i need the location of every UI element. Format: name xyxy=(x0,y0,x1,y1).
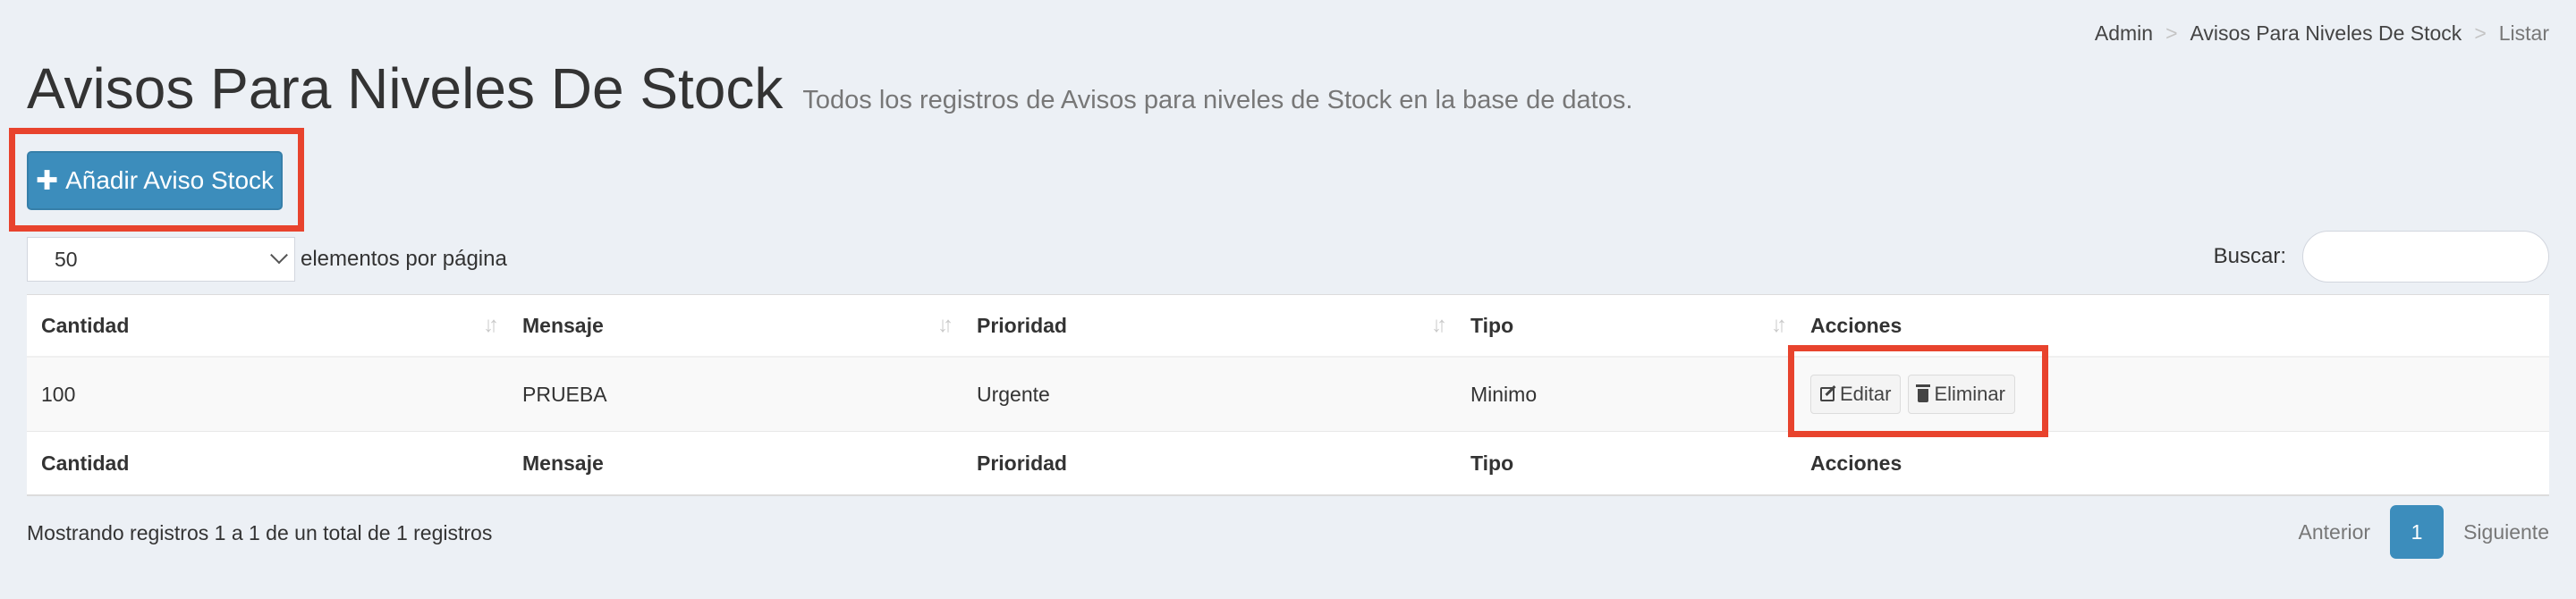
sort-icon: ↓↑ xyxy=(1431,313,1447,337)
footer-header-cantidad: Cantidad xyxy=(27,431,508,495)
pagination-next[interactable]: Siguiente xyxy=(2463,520,2549,544)
page-subtitle: Todos los registros de Avisos para nivel… xyxy=(802,86,1633,114)
footer-header-mensaje: Mensaje xyxy=(508,431,962,495)
sort-icon: ↓↑ xyxy=(937,313,953,337)
highlight-box-actions xyxy=(1788,345,2048,437)
column-header-mensaje[interactable]: Mensaje ↓↑ xyxy=(508,294,962,358)
breadcrumb-separator: > xyxy=(2165,21,2178,45)
table-header: Cantidad ↓↑ Mensaje ↓↑ Prioridad ↓↑ Tipo… xyxy=(27,294,2549,358)
column-header-label: Mensaje xyxy=(522,313,604,337)
chevron-down-icon xyxy=(270,246,288,265)
breadcrumb: Admin > Avisos Para Niveles De Stock > L… xyxy=(2095,21,2549,46)
highlight-box-add xyxy=(9,128,304,232)
breadcrumb-separator: > xyxy=(2474,21,2487,45)
pagination-previous[interactable]: Anterior xyxy=(2299,520,2371,544)
footer-header-prioridad: Prioridad xyxy=(962,431,1456,495)
page-header: Avisos Para Niveles De Stock Todos los r… xyxy=(27,55,1632,122)
column-header-prioridad[interactable]: Prioridad ↓↑ xyxy=(962,294,1456,358)
table-body: 100 PRUEBA Urgente Minimo Editar Elimina… xyxy=(27,357,2549,432)
pagination-page-current[interactable]: 1 xyxy=(2390,505,2445,559)
length-control: 50 elementos por página xyxy=(27,237,507,282)
page-length-value: 50 xyxy=(55,247,78,271)
sort-icon: ↓↑ xyxy=(1771,313,1787,337)
cell-mensaje: PRUEBA xyxy=(508,357,962,432)
column-header-cantidad[interactable]: Cantidad ↓↑ xyxy=(27,294,508,358)
table-footer-row: Cantidad Mensaje Prioridad Tipo Acciones xyxy=(27,431,2549,495)
breadcrumb-item-listar: Listar xyxy=(2498,21,2549,45)
table-row: 100 PRUEBA Urgente Minimo Editar Elimina… xyxy=(27,357,2549,432)
sort-icon: ↓↑ xyxy=(483,313,499,337)
column-header-label: Cantidad xyxy=(41,313,130,337)
avisos-table: Cantidad ↓↑ Mensaje ↓↑ Prioridad ↓↑ Tipo… xyxy=(27,294,2549,496)
search-control: Buscar: xyxy=(2214,231,2549,283)
column-header-label: Acciones xyxy=(1810,313,1902,337)
table-header-row: Cantidad ↓↑ Mensaje ↓↑ Prioridad ↓↑ Tipo… xyxy=(27,294,2549,358)
cell-prioridad: Urgente xyxy=(962,357,1456,432)
search-label: Buscar: xyxy=(2213,244,2286,268)
breadcrumb-item-admin[interactable]: Admin xyxy=(2095,21,2153,46)
footer-header-tipo: Tipo xyxy=(1456,431,1796,495)
page-length-label: elementos por página xyxy=(301,247,507,271)
table-info: Mostrando registros 1 a 1 de un total de… xyxy=(27,521,493,544)
pagination: Anterior 1 Siguiente xyxy=(2299,505,2549,559)
column-header-label: Prioridad xyxy=(977,313,1067,337)
breadcrumb-item-avisos[interactable]: Avisos Para Niveles De Stock xyxy=(2190,21,2462,46)
page-length-select[interactable]: 50 xyxy=(27,237,295,282)
table-footer: Cantidad Mensaje Prioridad Tipo Acciones xyxy=(27,431,2549,495)
column-header-tipo[interactable]: Tipo ↓↑ xyxy=(1456,294,1796,358)
cell-tipo: Minimo xyxy=(1456,357,1796,432)
page-title: Avisos Para Niveles De Stock xyxy=(27,56,784,121)
cell-cantidad: 100 xyxy=(27,357,508,432)
column-header-label: Tipo xyxy=(1470,313,1514,337)
search-input[interactable] xyxy=(2302,231,2549,283)
footer-header-acciones: Acciones xyxy=(1796,431,2549,495)
